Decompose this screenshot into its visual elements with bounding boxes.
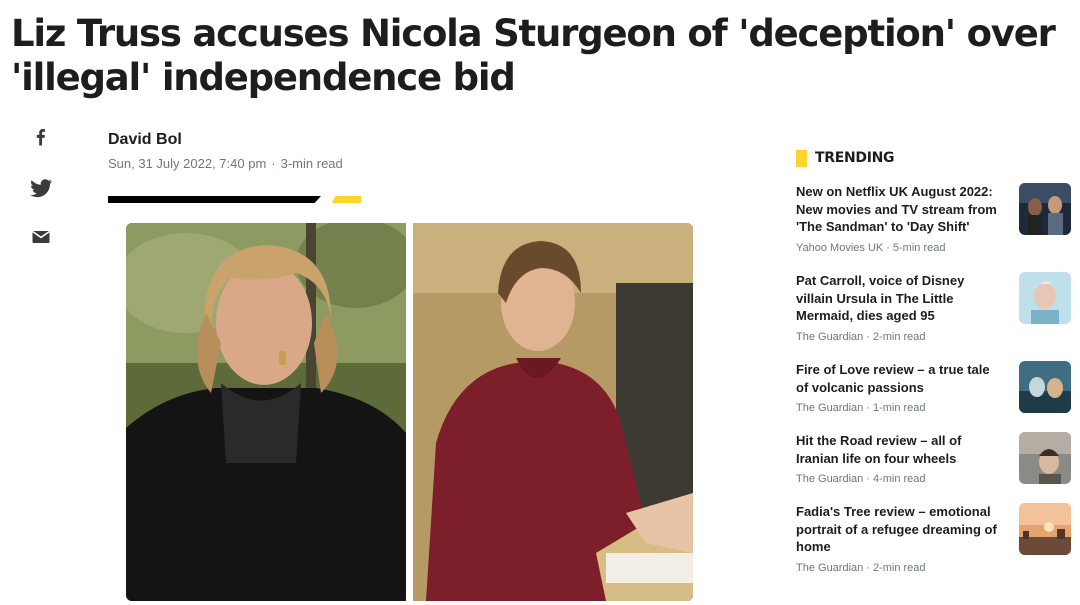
email-icon — [32, 230, 50, 243]
facebook-share-button[interactable] — [28, 126, 54, 152]
trending-section: TRENDING New on Netflix UK August 2022: … — [796, 149, 1076, 574]
trending-item[interactable]: Fire of Love review – a true tale of vol… — [796, 361, 1071, 414]
trending-item-thumbnail[interactable] — [1019, 272, 1071, 324]
hero-image[interactable] — [126, 223, 693, 601]
divider-black — [108, 196, 321, 203]
trending-item-source: Yahoo Movies UK — [796, 241, 884, 254]
trending-item-source: The Guardian — [796, 561, 864, 574]
thumbnail-image — [1019, 361, 1071, 413]
trending-item-title[interactable]: Fadia's Tree review – emotional portrait… — [796, 503, 1001, 556]
divider-yellow — [332, 196, 361, 203]
trending-item-thumbnail[interactable] — [1019, 503, 1071, 555]
meta-separator: · — [271, 156, 276, 171]
trending-item-read-time: 5-min read — [892, 241, 946, 254]
share-bar — [28, 126, 54, 273]
email-share-button[interactable] — [28, 224, 54, 250]
trending-item[interactable]: New on Netflix UK August 2022: New movie… — [796, 183, 1071, 254]
trending-item-title[interactable]: Hit the Road review – all of Iranian lif… — [796, 432, 1001, 467]
trending-item-thumbnail[interactable] — [1019, 183, 1071, 235]
trending-title: TRENDING — [815, 150, 895, 166]
trending-item-thumbnail[interactable] — [1019, 432, 1071, 484]
trending-item-read-time: 1-min read — [872, 402, 926, 414]
trending-item-read-time: 2-min read — [872, 330, 926, 343]
author-name[interactable]: David Bol — [108, 131, 343, 149]
trending-item-title[interactable]: Fire of Love review – a true tale of vol… — [796, 361, 1001, 396]
trending-item-read-time: 4-min read — [872, 473, 926, 485]
trending-item-source: The Guardian — [796, 402, 864, 414]
trending-item-read-time: 2-min read — [872, 561, 926, 574]
trending-item-thumbnail[interactable] — [1019, 361, 1071, 413]
meta-separator: · — [866, 402, 870, 414]
trending-item-title[interactable]: Pat Carroll, voice of Disney villain Urs… — [796, 272, 1001, 325]
meta-separator: · — [866, 330, 870, 343]
meta-separator: · — [866, 561, 870, 574]
thumbnail-image — [1019, 183, 1071, 235]
trending-item[interactable]: Hit the Road review – all of Iranian lif… — [796, 432, 1071, 485]
trending-accent-bar — [796, 149, 807, 167]
twitter-icon — [30, 179, 53, 198]
trending-item[interactable]: Pat Carroll, voice of Disney villain Urs… — [796, 272, 1071, 343]
thumbnail-image — [1019, 432, 1071, 484]
trending-item[interactable]: Fadia's Tree review – emotional portrait… — [796, 503, 1071, 574]
right-portrait — [413, 223, 693, 601]
trending-item-meta: The Guardian · 2-min read — [796, 331, 1071, 343]
facebook-icon — [36, 129, 46, 146]
read-time: 3-min read — [280, 156, 343, 171]
article-meta: Sun, 31 July 2022, 7:40 pm · 3-min read — [108, 156, 343, 171]
article-headline: Liz Truss accuses Nicola Sturgeon of 'de… — [11, 12, 1056, 99]
meta-separator: · — [866, 473, 870, 485]
thumbnail-image — [1019, 503, 1071, 555]
trending-item-meta: The Guardian · 2-min read — [796, 562, 1071, 574]
trending-item-title[interactable]: New on Netflix UK August 2022: New movie… — [796, 183, 1001, 236]
trending-header: TRENDING — [796, 149, 1076, 167]
twitter-share-button[interactable] — [28, 175, 54, 201]
meta-separator: · — [886, 241, 890, 254]
trending-item-source: The Guardian — [796, 330, 864, 343]
publish-date: Sun, 31 July 2022, 7:40 pm — [108, 156, 267, 171]
trending-item-meta: Yahoo Movies UK · 5-min read — [796, 242, 1071, 254]
byline: David Bol Sun, 31 July 2022, 7:40 pm · 3-m… — [108, 131, 343, 171]
hero-photo-composite — [126, 223, 693, 601]
trending-item-source: The Guardian — [796, 473, 864, 485]
thumbnail-image — [1019, 272, 1071, 324]
left-portrait — [126, 223, 416, 601]
